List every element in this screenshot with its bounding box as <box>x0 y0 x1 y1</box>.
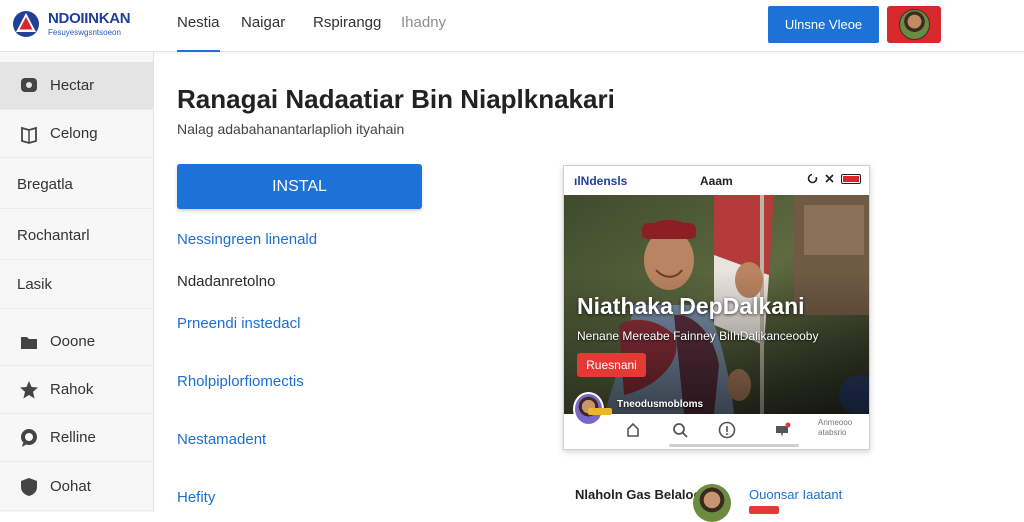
sidebar-item-label: Bregatla <box>17 176 73 193</box>
tab-nestia[interactable]: Nestia <box>177 14 220 52</box>
book-icon <box>18 123 40 145</box>
sidebar-item-hectar[interactable]: Hectar <box>0 62 154 110</box>
message-icon <box>18 427 40 449</box>
refresh-icon <box>807 173 818 184</box>
phone-headline: Niathaka DepDalkani <box>577 293 805 319</box>
tab-rspirangg[interactable]: Rspirangg <box>313 14 381 52</box>
phone-preview: ılNdensls Aaam Niathaka DepDalkani Nenan… <box>563 165 870 450</box>
sidebar-item-ooone[interactable]: Ooone <box>0 318 154 366</box>
brand-name: NDOIINKAN <box>48 10 131 27</box>
brand-logo-icon <box>13 11 39 37</box>
sidebar-item-bregatla[interactable]: Bregatla <box>0 161 154 209</box>
sidebar-item-label: Ooone <box>50 333 96 350</box>
sidebar-item-label: Celong <box>50 125 98 142</box>
sidebar-item-relline[interactable]: Relline <box>0 414 154 462</box>
tab-ihadny[interactable]: Ihadny <box>401 14 446 52</box>
profile-menu[interactable] <box>887 6 941 43</box>
close-icon <box>825 174 834 183</box>
bottom-card-text: Nlaholn Gas Belaloon <box>575 487 710 502</box>
page-subtitle: Nalag adabahanantarlaplioh ityahain <box>177 121 405 137</box>
bottom-card-badge <box>749 506 779 514</box>
battery-icon <box>841 173 861 184</box>
phone-username: Tneodusmobloms <box>617 399 704 410</box>
header-cta-button[interactable]: Ulnsne Vleoe <box>768 6 879 43</box>
avatar-badge <box>588 408 612 415</box>
link-rholpiplorfiomectis[interactable]: Rholpiplorfiomectis <box>177 373 304 390</box>
phone-badge-button[interactable]: Ruesnani <box>577 353 646 377</box>
phone-bottom-nav: Tneodusmobloms Anmeooo atabsrio <box>564 392 869 449</box>
brand[interactable]: NDOIINKAN Fesuyeswgsntsoeon <box>12 10 131 38</box>
bottom-card-avatar[interactable] <box>693 484 731 522</box>
link-prneendi[interactable]: Prneendi instedacl <box>177 315 300 332</box>
phone-user-avatar[interactable] <box>573 392 612 426</box>
home-indicator <box>669 444 799 447</box>
phone-caption: Nenane Mereabe Fainney BiIhDalikanceooby <box>577 329 819 343</box>
bottom-card-link[interactable]: Ouonsar Iaatant <box>749 487 842 502</box>
shield-icon <box>18 476 40 498</box>
folder-icon <box>18 331 40 353</box>
link-nessingreen[interactable]: Nessingreen linenald <box>177 231 317 248</box>
sidebar-item-label: Lasik <box>17 276 53 293</box>
page-title: Ranagai Nadaatiar Bin Niaplknakari <box>177 84 615 114</box>
notification-icon[interactable] <box>772 420 792 440</box>
sidebar-item-rochantarl[interactable]: Rochantarl <box>0 212 154 260</box>
sidebar-item-celong[interactable]: Celong <box>0 110 154 158</box>
sidebar-item-label: Rahok <box>50 381 94 398</box>
link-ndadanretolno[interactable]: Ndadanretolno <box>177 273 275 290</box>
sidebar-item-label: Oohat <box>50 478 91 495</box>
top-navigation-bar: NDOIINKAN Fesuyeswgsntsoeon Nestia Naiga… <box>0 0 1024 52</box>
phone-nav-label: Anmeooo atabsrio <box>818 418 853 437</box>
phone-status-bar: ılNdensls Aaam <box>564 166 869 195</box>
search-icon[interactable] <box>670 420 690 440</box>
install-button[interactable]: INSTAL <box>177 164 422 209</box>
sidebar-item-label: Rochantarl <box>17 227 90 244</box>
user-avatar[interactable] <box>899 9 930 40</box>
phone-app-title: Aaam <box>700 174 733 188</box>
sidebar-item-lasik[interactable]: Lasik <box>0 261 154 309</box>
sidebar-item-oohat[interactable]: Oohat <box>0 463 154 511</box>
info-icon[interactable] <box>717 420 737 440</box>
link-hefity[interactable]: Hefity <box>177 489 215 506</box>
sidebar-item-label: Hectar <box>50 77 95 94</box>
phone-carrier: ılNdensls <box>574 174 628 188</box>
sidebar: Hectar Celong Bregatla Rochantarl Lasik … <box>0 52 154 512</box>
chat-icon <box>18 75 40 97</box>
home-icon[interactable] <box>623 420 643 440</box>
tab-naigar[interactable]: Naigar <box>241 14 285 52</box>
star-icon <box>18 379 40 401</box>
brand-tagline: Fesuyeswgsntsoeon <box>48 28 121 37</box>
link-nestamadent[interactable]: Nestamadent <box>177 431 266 448</box>
sidebar-item-label: Relline <box>50 429 96 446</box>
sidebar-item-rahok[interactable]: Rahok <box>0 366 154 414</box>
